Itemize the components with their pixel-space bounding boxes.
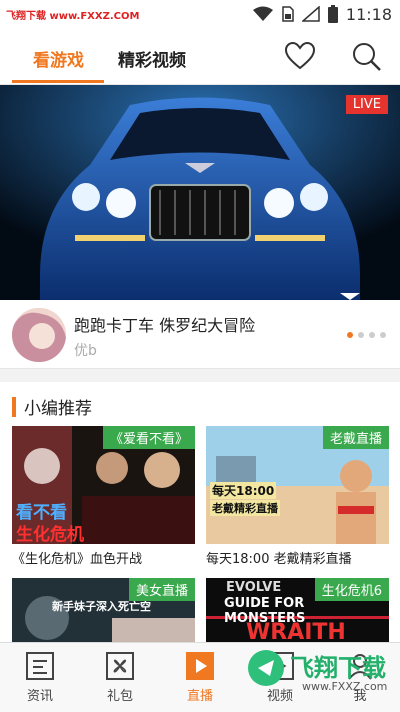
thumbnail-text: 每天18:00 bbox=[210, 482, 277, 499]
avatar[interactable] bbox=[12, 308, 66, 362]
section-title: 小编推荐 bbox=[24, 399, 92, 419]
clock: 11:18 bbox=[345, 4, 392, 24]
video-card[interactable]: EVOLVE GUIDE FOR MONSTERS WRAITH 生化危机6 bbox=[206, 578, 389, 642]
battery-icon bbox=[327, 5, 338, 23]
card-caption: 《生化危机》血色开战 bbox=[12, 552, 143, 567]
watermark-top: 飞翔下载 www.FXXZ.COM bbox=[6, 10, 140, 22]
section-header: 小编推荐 bbox=[12, 394, 92, 419]
carousel-dot[interactable] bbox=[358, 332, 364, 338]
card-tag: 《爱看不看》 bbox=[102, 426, 195, 449]
carousel-dot[interactable] bbox=[347, 332, 353, 338]
watermark-text: 飞翔下载 bbox=[290, 654, 386, 682]
video-card[interactable]: 每天18:00 老戴精彩直播 老戴直播 每天18:00 老戴精彩直播 bbox=[206, 426, 389, 567]
card-tag: 生化危机6 bbox=[314, 578, 389, 601]
thumbnail-text: WRAITH bbox=[246, 620, 346, 642]
signal-icon bbox=[301, 6, 320, 22]
nav-item-news[interactable]: 资讯 bbox=[10, 651, 70, 704]
heart-icon[interactable] bbox=[284, 40, 316, 72]
nav-item-gift[interactable]: 礼包 bbox=[90, 651, 150, 704]
nav-item-live[interactable]: 直播 bbox=[170, 651, 230, 704]
search-icon[interactable] bbox=[350, 40, 382, 72]
nav-label: 礼包 bbox=[106, 689, 133, 704]
top-bar: 看游戏 精彩视频 bbox=[0, 28, 400, 85]
video-thumbnail: 每天18:00 老戴精彩直播 老戴直播 bbox=[206, 426, 389, 544]
carousel-indicator bbox=[347, 332, 386, 338]
live-banner[interactable]: LIVE bbox=[0, 85, 400, 300]
sim-icon bbox=[282, 6, 294, 22]
nav-label: 直播 bbox=[186, 689, 213, 704]
thumbnail-text: 老戴精彩直播 bbox=[210, 500, 280, 516]
carousel-dot[interactable] bbox=[380, 332, 386, 338]
video-thumbnail: EVOLVE GUIDE FOR MONSTERS WRAITH 生化危机6 bbox=[206, 578, 389, 642]
recommend-section: 小编推荐 看不看 生化危机 《爱看不看》 《生化危机》血色开战 每天18:00 … bbox=[0, 382, 400, 642]
watermark-logo: 飞翔下载 www.FXXZ.com bbox=[244, 646, 394, 700]
watermark-url: www.FXXZ.com bbox=[302, 680, 388, 693]
play-icon bbox=[186, 652, 214, 680]
thumbnail-text: 生化危机 bbox=[16, 525, 84, 544]
card-tag: 美女直播 bbox=[128, 578, 195, 601]
tab-watch-games[interactable]: 看游戏 bbox=[33, 46, 84, 71]
stream-title: 跑跑卡丁车 侏罗纪大冒险 bbox=[74, 316, 256, 335]
video-thumbnail: 看不看 生化危机 《爱看不看》 bbox=[12, 426, 195, 544]
nav-label: 资讯 bbox=[26, 689, 53, 704]
video-thumbnail: 新手妹子深入死亡空 美女直播 bbox=[12, 578, 195, 642]
card-caption: 每天18:00 老戴精彩直播 bbox=[206, 552, 352, 567]
streamer-name: 优b bbox=[74, 343, 97, 359]
live-badge: LIVE bbox=[345, 95, 388, 114]
status-bar: 飞翔下载 www.FXXZ.COM 11:18 bbox=[0, 0, 400, 28]
tab-highlight-videos[interactable]: 精彩视频 bbox=[118, 46, 186, 71]
gift-icon bbox=[106, 652, 134, 680]
carousel-dot[interactable] bbox=[369, 332, 375, 338]
featured-stream-info[interactable]: 跑跑卡丁车 侏罗纪大冒险 优b bbox=[0, 300, 400, 369]
video-card[interactable]: 看不看 生化危机 《爱看不看》 《生化危机》血色开战 bbox=[12, 426, 195, 567]
thumbnail-text: EVOLVE bbox=[226, 580, 282, 595]
banner-car-image bbox=[0, 85, 400, 300]
video-card[interactable]: 新手妹子深入死亡空 美女直播 bbox=[12, 578, 195, 642]
card-tag: 老戴直播 bbox=[322, 426, 389, 449]
section-accent-bar bbox=[12, 396, 16, 417]
news-icon bbox=[26, 652, 54, 680]
wifi-icon bbox=[252, 6, 273, 21]
active-tab-indicator bbox=[12, 80, 104, 83]
